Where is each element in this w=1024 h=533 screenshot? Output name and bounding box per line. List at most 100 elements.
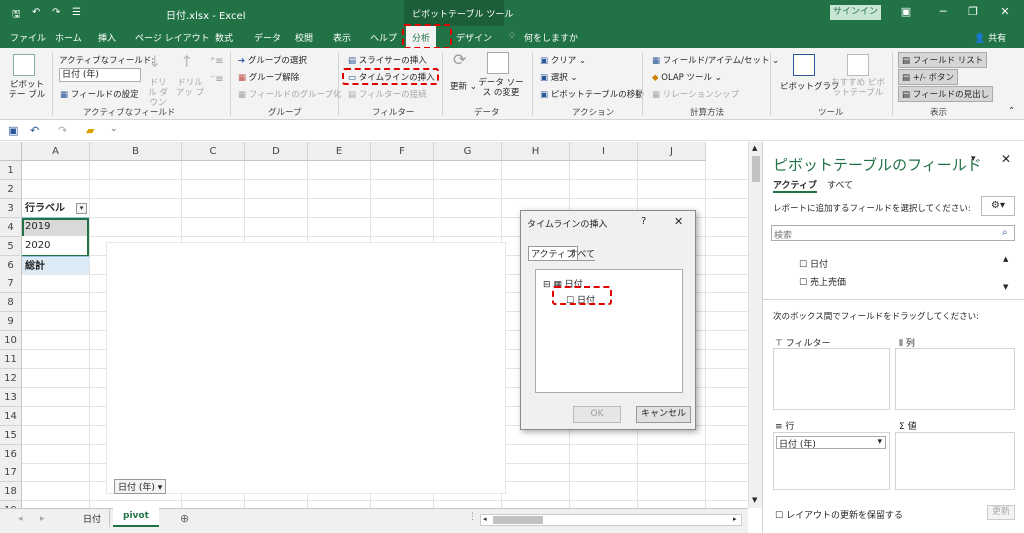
pane-close-icon[interactable]: ✕ xyxy=(1001,152,1011,166)
tab-formulas[interactable]: 数式 xyxy=(215,31,233,44)
ungroup-button[interactable]: ▦ グループ解除 xyxy=(238,71,299,83)
scroll-up-icon[interactable]: ▲ xyxy=(752,144,757,152)
tab-design[interactable]: デザイン xyxy=(456,31,492,44)
row-header-18[interactable]: 18 xyxy=(0,482,22,502)
sheet-tab-date[interactable]: 日付 xyxy=(75,509,111,527)
defer-update-checkbox[interactable]: ☐ レイアウトの更新を保留する xyxy=(775,508,903,521)
row-header-8[interactable]: 8 xyxy=(0,293,22,313)
recommended-pivot-button[interactable]: おすすめ ピボットテーブル xyxy=(828,78,888,98)
move-pivot-button[interactable]: ▣ ピボットテーブルの移動 xyxy=(540,88,644,100)
field-search-input[interactable]: 検索 ⌕ xyxy=(771,225,1015,241)
column-header-i[interactable]: I xyxy=(570,142,638,161)
plus-minus-toggle[interactable]: ▤ +/- ボタン xyxy=(898,69,958,85)
filter-dropdown-icon[interactable]: ▾ xyxy=(76,203,87,214)
rows-item-date-year[interactable]: 日付 (年) ▾ xyxy=(776,436,886,450)
group-field-button[interactable]: ▦ フィールドのグループ化 xyxy=(238,88,342,100)
save-icon[interactable]: 🖫 xyxy=(12,7,21,24)
collapse-field-icon[interactable]: ⁻≡ xyxy=(210,74,224,86)
open-folder-icon[interactable]: ▰ xyxy=(86,124,94,137)
row-header-6[interactable]: 6 xyxy=(0,255,22,275)
column-header-g[interactable]: G xyxy=(434,142,502,161)
clear-button[interactable]: ▣ クリア ⌄ xyxy=(540,54,586,66)
update-button[interactable]: 更新 xyxy=(987,505,1015,520)
horizontal-scrollbar[interactable]: ◂ ▸ xyxy=(480,514,742,526)
filter-connections-button[interactable]: ▤ フィルターの接続 xyxy=(348,88,427,100)
insert-slicer-button[interactable]: ▤ スライサーの挿入 xyxy=(348,54,427,66)
pivot-table-options-button[interactable]: ピボットテー ブル xyxy=(6,80,48,100)
row-header-4[interactable]: 4 xyxy=(0,217,22,237)
row-header-7[interactable]: 7 xyxy=(0,274,22,294)
tab-page-layout[interactable]: ページ レイアウト xyxy=(135,31,210,44)
row-header-5[interactable]: 5 xyxy=(0,236,22,256)
vertical-scrollbar[interactable]: ▲ ▼ xyxy=(748,142,762,508)
row-header-10[interactable]: 10 xyxy=(0,331,22,351)
tab-view[interactable]: 表示 xyxy=(333,31,351,44)
scroll-thumb[interactable] xyxy=(752,156,760,182)
redo-icon[interactable]: ↷ xyxy=(52,7,60,18)
help-icon[interactable]: ? xyxy=(641,216,646,227)
select-button[interactable]: ▣ 選択 ⌄ xyxy=(540,71,578,83)
field-list-toggle[interactable]: ▤ フィールド リスト xyxy=(898,52,988,68)
next-sheet-icon[interactable]: ▸ xyxy=(40,514,45,524)
fields-items-button[interactable]: ▦ フィールド/アイテム/セット ⌄ xyxy=(652,54,779,66)
change-source-button[interactable]: データ ソース の変更 xyxy=(475,78,527,98)
tab-home[interactable]: ホーム xyxy=(55,31,82,44)
column-header-f[interactable]: F xyxy=(371,142,434,161)
tell-me-search[interactable]: 何をしますか xyxy=(524,31,578,44)
cancel-button[interactable]: キャンセル xyxy=(636,406,691,423)
undo-icon[interactable]: ↶ xyxy=(32,7,40,18)
olap-tools-button[interactable]: ◆ OLAP ツール ⌄ xyxy=(652,71,722,83)
ok-button[interactable]: OK xyxy=(573,406,621,423)
active-field-input[interactable]: 日付 (年) xyxy=(59,68,141,82)
columns-drop-area[interactable] xyxy=(895,348,1015,410)
hscroll-thumb[interactable] xyxy=(493,516,543,524)
hscroll-left-icon[interactable]: ◂ xyxy=(483,515,487,523)
sheet-tab-pivot[interactable]: pivot xyxy=(113,508,159,527)
pivot-table-icon[interactable] xyxy=(13,54,35,76)
row-header-14[interactable]: 14 xyxy=(0,406,22,426)
close-icon[interactable]: ✕ xyxy=(995,4,1015,20)
column-header-a[interactable]: A xyxy=(22,142,90,161)
row-header-11[interactable]: 11 xyxy=(0,350,22,369)
gear-icon[interactable]: ⚙▾ xyxy=(981,196,1015,216)
row-header-3[interactable]: 3 xyxy=(0,198,22,218)
row-header-13[interactable]: 13 xyxy=(0,387,22,407)
column-header-b[interactable]: B xyxy=(90,142,182,161)
signin-button[interactable]: サインイン xyxy=(830,5,881,20)
field-item-sales[interactable]: ☐ 売上売価 xyxy=(799,275,846,288)
select-all-corner[interactable] xyxy=(0,142,22,161)
new-sheet-icon[interactable]: ⊕ xyxy=(180,512,189,525)
drill-down-button[interactable]: ドリル ダウン xyxy=(146,78,170,108)
tab-insert[interactable]: 挿入 xyxy=(98,31,116,44)
row-header-1[interactable]: 1 xyxy=(0,161,22,180)
row-header-9[interactable]: 9 xyxy=(0,312,22,332)
pane-tab-active[interactable]: アクティブ xyxy=(773,178,818,193)
values-drop-area[interactable] xyxy=(895,432,1015,490)
field-list-scroll-down[interactable]: ▼ xyxy=(1003,283,1008,291)
customize-qat-icon[interactable]: ⌄ xyxy=(110,124,118,134)
chart-field-button[interactable]: 日付 (年) ▾ xyxy=(114,479,167,494)
group-selection-button[interactable]: ➔ グループの選択 xyxy=(238,54,307,66)
cell-a5[interactable]: 2020 xyxy=(22,236,87,255)
filters-drop-area[interactable] xyxy=(773,348,890,410)
minimize-icon[interactable]: ─ xyxy=(933,4,953,20)
expand-field-icon[interactable]: ⁺≡ xyxy=(210,56,224,68)
column-header-j[interactable]: J xyxy=(638,142,706,161)
restore-icon[interactable]: ❐ xyxy=(963,4,983,20)
share-button[interactable]: 👤 共有 xyxy=(974,31,1006,44)
search-icon[interactable]: ⌕ xyxy=(1002,227,1008,238)
row-header-16[interactable]: 16 xyxy=(0,444,22,464)
field-headers-toggle[interactable]: ▤ フィールドの見出し xyxy=(898,86,994,102)
column-header-h[interactable]: H xyxy=(502,142,570,161)
field-list-scroll-up[interactable]: ▲ xyxy=(1003,255,1008,263)
pane-tab-all[interactable]: すべて xyxy=(827,178,853,191)
split-handle-icon[interactable]: ⋮ xyxy=(468,512,477,522)
pane-options-icon[interactable]: ▾ xyxy=(971,154,976,164)
row-header-17[interactable]: 17 xyxy=(0,463,22,483)
rows-drop-area[interactable]: 日付 (年) ▾ xyxy=(773,432,890,490)
dialog-close-icon[interactable]: ✕ xyxy=(674,215,683,228)
column-header-d[interactable]: D xyxy=(245,142,308,161)
pivot-header-cell[interactable]: 行ラベル ▾ xyxy=(22,199,89,218)
drill-up-button[interactable]: ドリルアッ プ xyxy=(175,78,205,98)
prev-sheet-icon[interactable]: ◂ xyxy=(18,514,23,524)
